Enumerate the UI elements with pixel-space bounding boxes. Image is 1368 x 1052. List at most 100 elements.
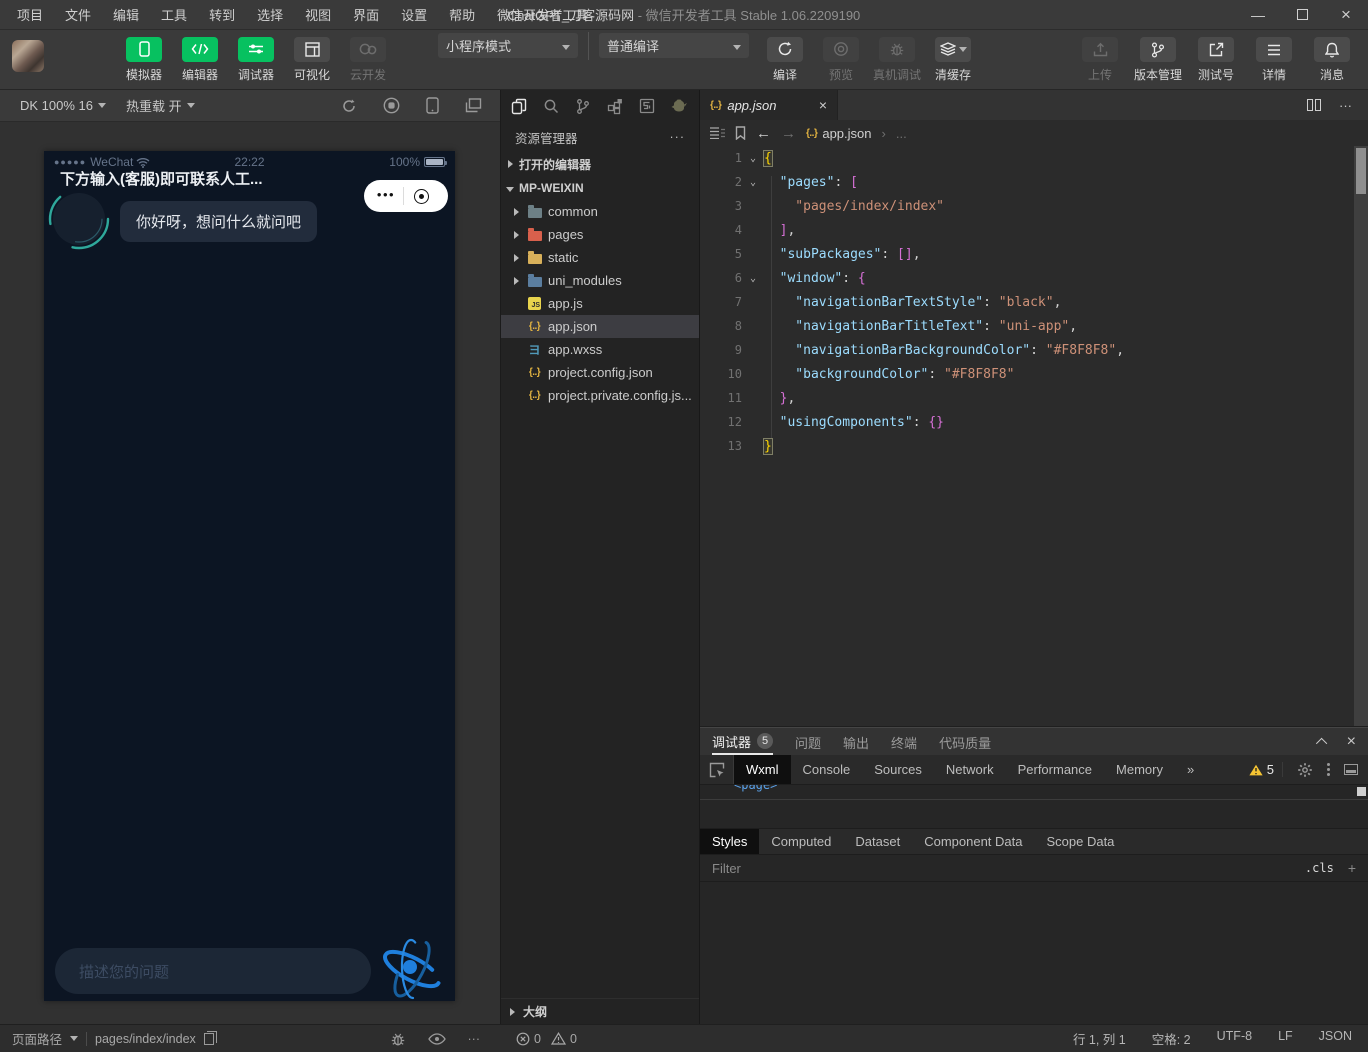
devtools-tab-Memory[interactable]: Memory [1104, 755, 1175, 784]
language-mode[interactable]: JSON [1319, 1029, 1352, 1048]
record-icon[interactable] [383, 97, 400, 114]
maximize-button[interactable] [1280, 0, 1324, 29]
inspect-element-icon[interactable] [700, 755, 734, 784]
device-selector[interactable]: DK 100% 16 [10, 90, 116, 121]
menu-item[interactable]: 编辑 [104, 1, 148, 28]
npm-scripts-icon[interactable] [631, 90, 663, 122]
code-line-4[interactable]: 4], [700, 218, 1368, 242]
wxml-page-tag[interactable]: <page> [734, 785, 777, 792]
question-input[interactable]: 描述您的问题 [55, 948, 371, 994]
测试号-button[interactable]: 测试号 [1194, 37, 1238, 83]
problems-summary[interactable]: 0 0 [500, 1032, 700, 1046]
project-root-section[interactable]: MP-WEIXIN [501, 176, 699, 200]
devtools-menu-icon[interactable] [1327, 763, 1330, 776]
filter-input[interactable]: Filter [712, 861, 741, 876]
user-avatar[interactable] [12, 40, 44, 72]
cls-toggle[interactable]: .cls [1305, 861, 1334, 875]
code-line-11[interactable]: 11}, [700, 386, 1368, 410]
tree-item-static[interactable]: static [501, 246, 699, 269]
teapot-icon[interactable] [663, 90, 695, 122]
breadcrumb-file[interactable]: {..} app.json [806, 126, 872, 141]
fold-chevron-icon[interactable]: ⌄ [742, 273, 764, 284]
devtools-tab-Sources[interactable]: Sources [862, 755, 934, 784]
code-line-7[interactable]: 7"navigationBarTextStyle": "black", [700, 290, 1368, 314]
tree-item-pages[interactable]: pages [501, 223, 699, 246]
split-editor-icon[interactable] [1307, 99, 1321, 111]
详情-button[interactable]: 详情 [1252, 37, 1296, 83]
编辑器-button[interactable]: 编辑器 [178, 37, 222, 83]
menu-item[interactable]: 微信开发者工具 [488, 1, 597, 28]
more-menu-button[interactable]: ••• [375, 187, 403, 205]
tree-item-uni-modules[interactable]: uni_modules [501, 269, 699, 292]
explorer-more-icon[interactable]: ··· [670, 130, 686, 144]
close-minimize-button[interactable] [414, 189, 429, 204]
minimize-button[interactable]: — [1236, 0, 1280, 29]
devtools-tab-Console[interactable]: Console [791, 755, 863, 784]
code-line-3[interactable]: 3"pages/index/index" [700, 194, 1368, 218]
消息-button[interactable]: 消息 [1310, 37, 1354, 83]
code-line-5[interactable]: 5"subPackages": [], [700, 242, 1368, 266]
open-editors-section[interactable]: 打开的编辑器 [501, 152, 699, 176]
compile-mode-dropdown[interactable]: 普通编译 [599, 33, 749, 58]
eol-setting[interactable]: LF [1278, 1029, 1293, 1048]
forward-icon[interactable]: → [781, 125, 796, 142]
styles-tab-dataset[interactable]: Dataset [843, 829, 912, 854]
editor-scrollbar[interactable] [1354, 146, 1368, 726]
devtools-tab-more[interactable]: » [1175, 755, 1206, 784]
styles-tab-component-data[interactable]: Component Data [912, 829, 1034, 854]
code-line-9[interactable]: 9"navigationBarBackgroundColor": "#F8F8F… [700, 338, 1368, 362]
collapse-panel-icon[interactable] [1316, 737, 1327, 748]
menu-item[interactable]: 项目 [8, 1, 52, 28]
hot-reload-toggle[interactable]: 热重载 开 [116, 90, 205, 121]
add-style-icon[interactable]: + [1348, 860, 1356, 876]
模拟器-button[interactable]: 模拟器 [122, 37, 166, 83]
tree-item-project-private-config-js-[interactable]: {..}project.private.config.js... [501, 384, 699, 407]
清缓存-button[interactable]: 清缓存 [931, 37, 975, 83]
menu-item[interactable]: 设置 [392, 1, 436, 28]
fold-chevron-icon[interactable]: ⌄ [742, 177, 764, 188]
close-tab-icon[interactable]: × [819, 97, 827, 113]
close-button[interactable]: × [1324, 0, 1368, 29]
debugger-tab-代码质量[interactable]: 代码质量 [939, 728, 991, 755]
debugger-tab-终端[interactable]: 终端 [891, 728, 917, 755]
styles-tab-styles[interactable]: Styles [700, 829, 759, 854]
cursor-position[interactable]: 行 1, 列 1 [1073, 1029, 1126, 1048]
fold-chevron-icon[interactable]: ⌄ [742, 153, 764, 164]
search-icon[interactable] [535, 90, 567, 122]
close-panel-icon[interactable]: × [1347, 733, 1356, 751]
bug-icon[interactable] [390, 1031, 406, 1047]
editor-more-icon[interactable]: ··· [1339, 98, 1352, 113]
indent-setting[interactable]: 空格: 2 [1152, 1029, 1191, 1048]
debugger-tab-调试器[interactable]: 调试器5 [712, 728, 773, 755]
debugger-tab-问题[interactable]: 问题 [795, 728, 821, 755]
copy-path-icon[interactable] [204, 1033, 214, 1045]
menu-item[interactable]: 转到 [200, 1, 244, 28]
source-control-icon[interactable] [567, 90, 599, 122]
eye-icon[interactable] [428, 1033, 446, 1045]
warning-counter[interactable]: 5 [1249, 762, 1283, 777]
atom-logo[interactable] [374, 933, 450, 1001]
restart-icon[interactable] [341, 98, 357, 114]
wxml-scrollbar[interactable] [1357, 787, 1366, 796]
tab-app-json[interactable]: {..} app.json × [700, 90, 838, 120]
code-line-1[interactable]: 1⌄{ [700, 146, 1368, 170]
page-path-label[interactable]: 页面路径 [12, 1029, 62, 1048]
dock-side-icon[interactable] [1344, 764, 1358, 775]
status-more-icon[interactable]: ··· [468, 1032, 481, 1046]
tree-item-app-wxss[interactable]: ヨapp.wxss [501, 338, 699, 361]
可视化-button[interactable]: 可视化 [290, 37, 334, 83]
devtools-tab-Performance[interactable]: Performance [1006, 755, 1104, 784]
tree-item-common[interactable]: common [501, 200, 699, 223]
code-line-10[interactable]: 10"backgroundColor": "#F8F8F8" [700, 362, 1368, 386]
files-icon[interactable] [503, 90, 535, 122]
menu-item[interactable]: 选择 [248, 1, 292, 28]
back-icon[interactable]: ← [756, 125, 771, 142]
menu-item[interactable]: 工具 [152, 1, 196, 28]
tree-item-app-js[interactable]: JSapp.js [501, 292, 699, 315]
menu-item[interactable]: 视图 [296, 1, 340, 28]
breadcrumb-more[interactable]: ... [896, 126, 907, 141]
code-editor[interactable]: 1⌄{2⌄"pages": [3"pages/index/index"4],5"… [700, 146, 1368, 727]
menu-item[interactable]: 帮助 [440, 1, 484, 28]
devtools-tab-Wxml[interactable]: Wxml [734, 755, 791, 784]
编译-button[interactable]: 编译 [763, 37, 807, 83]
